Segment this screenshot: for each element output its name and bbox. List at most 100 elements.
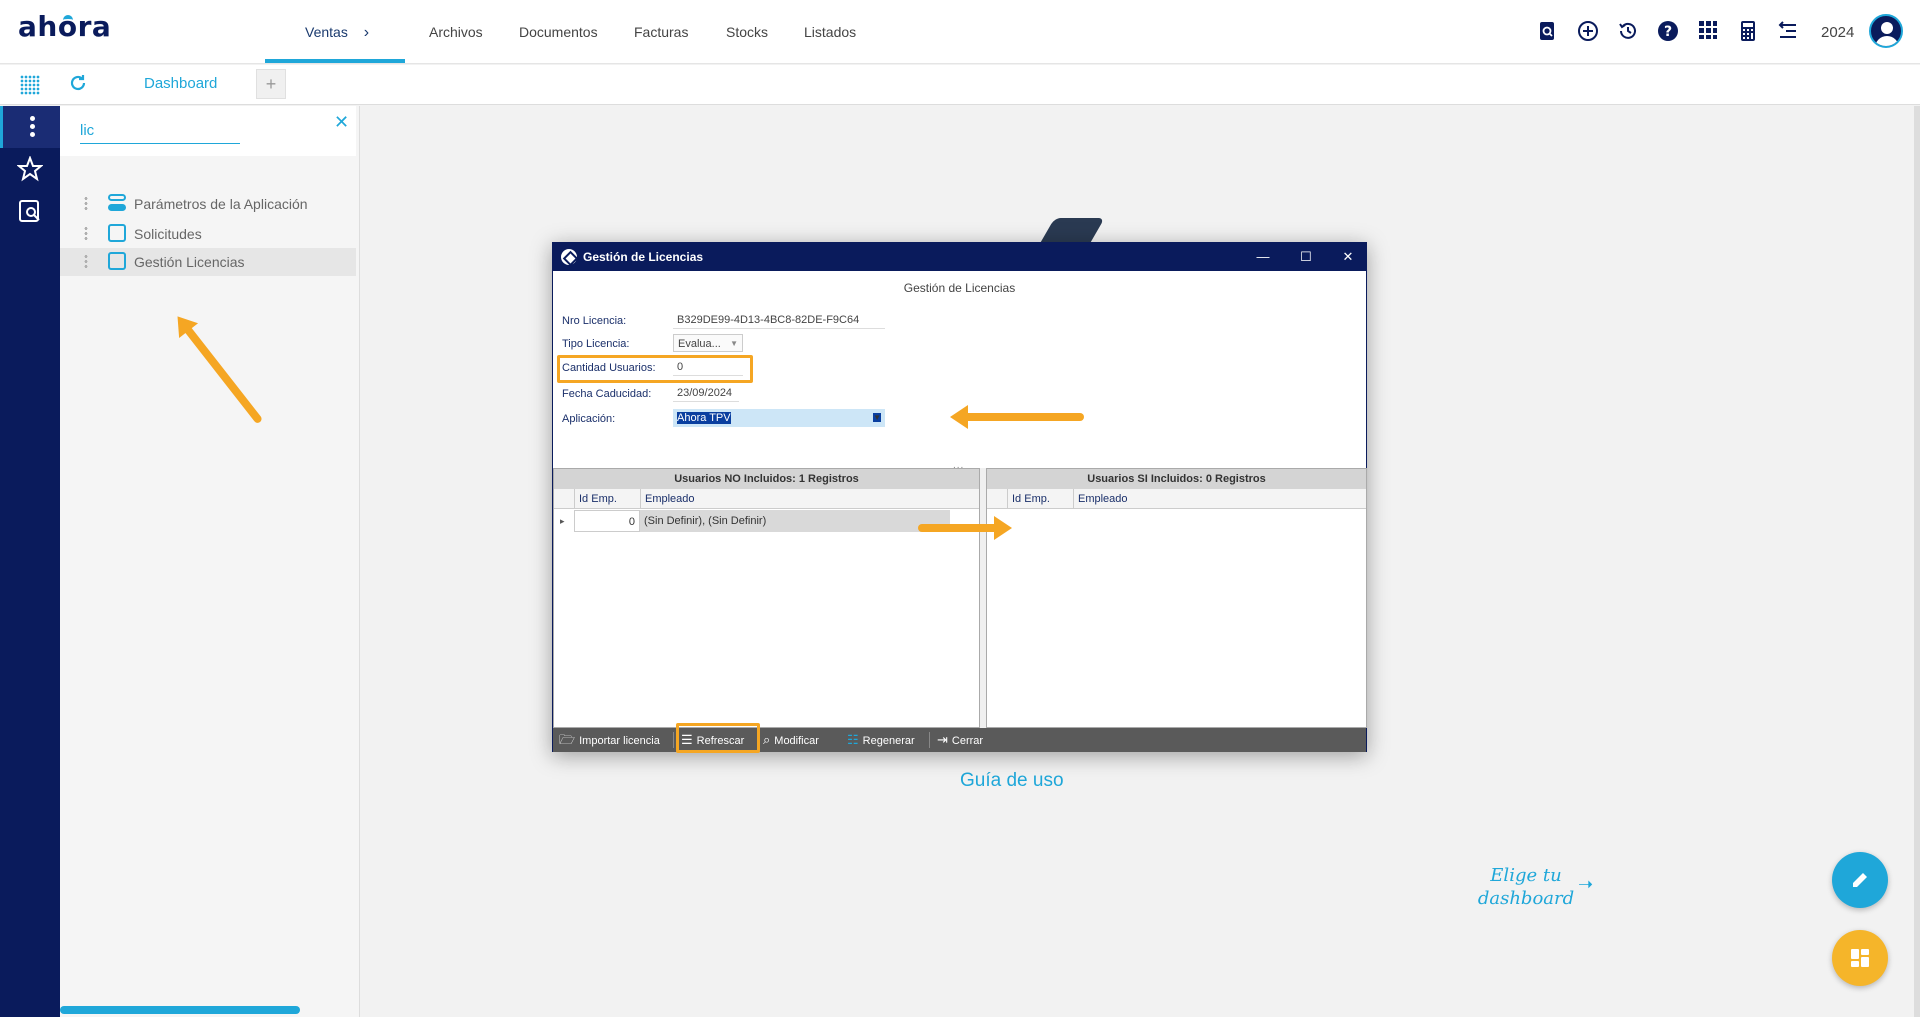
kebab-menu-icon — [30, 116, 36, 140]
aplicacion-label: Aplicación: — [562, 413, 616, 425]
col-id-emp[interactable]: Id Emp. — [574, 489, 640, 509]
chevron-right-icon: › — [363, 24, 370, 41]
table-row[interactable]: ▸ 0 (Sin Definir), (Sin Definir) — [554, 510, 954, 532]
guia-de-uso-link[interactable]: Guía de uso — [960, 770, 1064, 792]
arrow-right-icon: ➝ — [1578, 874, 1594, 894]
aplicacion-select[interactable]: Ahora TPV ▼ — [673, 409, 885, 427]
add-tab-button[interactable]: + — [256, 69, 286, 99]
col-empleado[interactable]: Empleado — [1073, 489, 1341, 509]
user-avatar[interactable] — [1869, 14, 1903, 48]
document-icon — [108, 252, 126, 270]
nav-active-indicator — [265, 59, 405, 63]
icon-sidebar — [0, 106, 60, 1017]
row-indicator-icon: ▸ — [560, 516, 565, 526]
search-panel: ✕ Parámetros de la Aplicación Solicitude… — [60, 106, 360, 1017]
grid-header: Id Emp. Empleado — [987, 489, 1366, 509]
history-icon[interactable] — [1616, 20, 1640, 44]
highlight-cantidad-usuarios — [557, 355, 753, 383]
chevron-down-icon: ▼ — [873, 413, 881, 422]
col-empleado[interactable]: Empleado — [640, 489, 950, 509]
logo-accent — [63, 15, 73, 23]
aplicacion-value: Ahora TPV — [677, 412, 731, 424]
exchange-icon[interactable] — [1776, 20, 1800, 44]
nav-ventas-label: Ventas — [305, 24, 348, 40]
main-scrollbar[interactable] — [1914, 106, 1920, 1017]
importar-label: Importar licencia — [579, 735, 660, 747]
tab-dashboard[interactable]: Dashboard — [144, 75, 217, 92]
help-icon[interactable]: ? — [1656, 20, 1680, 44]
nav-stocks[interactable]: Stocks — [726, 24, 768, 40]
folder-open-icon: 🗁 — [559, 732, 576, 747]
search-result-parametros[interactable]: Parámetros de la Aplicación — [60, 190, 356, 218]
nav-listados[interactable]: Listados — [804, 24, 856, 40]
drag-handle-icon[interactable] — [84, 226, 88, 242]
toolbar-separator — [929, 732, 930, 748]
toolbar-separator — [673, 732, 674, 748]
refresh-icon[interactable] — [68, 73, 88, 99]
toggle-settings-icon — [108, 194, 126, 212]
search-result-solicitudes[interactable]: Solicitudes — [60, 220, 356, 248]
tipo-licencia-select[interactable]: Evalua... ▼ — [673, 334, 743, 352]
grid-caption: Usuarios NO Incluidos: 1 Registros — [554, 469, 979, 489]
importar-licencia-button[interactable]: 🗁 Importar licencia — [559, 728, 660, 752]
dialog-title: Gestión de Licencias — [583, 250, 704, 264]
nav-documentos[interactable]: Documentos — [519, 24, 598, 40]
dotted-grid-icon[interactable] — [20, 75, 40, 95]
cell-empleado[interactable]: (Sin Definir), (Sin Definir) — [640, 510, 950, 532]
add-circle-icon[interactable] — [1576, 20, 1600, 44]
exit-icon: ⇥ — [937, 732, 948, 747]
search-list-icon[interactable] — [16, 198, 44, 226]
search-input[interactable] — [80, 118, 240, 144]
search-result-gestion-licencias[interactable]: Gestión Licencias — [60, 248, 356, 276]
chevron-down-icon: ▼ — [730, 339, 738, 348]
fecha-caducidad-field[interactable]: 23/09/2024 — [673, 384, 739, 402]
nav-ventas[interactable]: Ventas › — [305, 24, 369, 42]
usuarios-si-incluidos-grid: Usuarios SI Incluidos: 0 Registros Id Em… — [986, 468, 1367, 728]
nro-licencia-field[interactable]: B329DE99-4D13-4BC8-82DE-F9C64 — [673, 311, 885, 329]
cerrar-label: Cerrar — [951, 735, 984, 747]
search-document-icon[interactable] — [1536, 20, 1560, 44]
document-icon — [108, 224, 126, 242]
nav-archivos[interactable]: Archivos — [429, 24, 483, 40]
highlight-refrescar — [676, 723, 760, 753]
svg-text:?: ? — [1664, 24, 1672, 40]
dialog-titlebar[interactable]: Gestión de Licencias — ☐ ✕ — [553, 243, 1366, 271]
maximize-button[interactable]: ☐ — [1296, 247, 1316, 267]
result-label: Gestión Licencias — [134, 254, 245, 270]
sidebar-menu-button[interactable] — [0, 106, 60, 148]
dialog-toolbar: 🗁 Importar licencia ☰ Refrescar ⌕ Modificar… — [553, 728, 1366, 752]
annotation-arrow-transfer — [918, 516, 1012, 540]
cerrar-button[interactable]: ⇥ Cerrar — [937, 728, 983, 752]
regenerate-icon: ☷ — [847, 732, 859, 747]
col-id-emp[interactable]: Id Emp. — [1007, 489, 1073, 509]
gestion-licencias-dialog: Gestión de Licencias — ☐ ✕ Gestión de Li… — [552, 242, 1367, 753]
result-label: Parámetros de la Aplicación — [134, 196, 308, 212]
close-button[interactable]: ✕ — [1338, 247, 1358, 267]
panel-scrollbar[interactable] — [60, 1006, 300, 1014]
minimize-button[interactable]: — — [1253, 247, 1273, 267]
usuarios-no-incluidos-grid: Usuarios NO Incluidos: 1 Registros Id Em… — [553, 468, 980, 728]
modificar-label: Modificar — [774, 735, 819, 747]
drag-handle-icon[interactable] — [84, 254, 88, 270]
magnifier-icon: ⌕ — [763, 732, 771, 747]
calculator-icon[interactable] — [1736, 20, 1760, 44]
regenerar-button[interactable]: ☷ Regenerar — [847, 728, 915, 752]
grid-header: Id Emp. Empleado — [554, 489, 979, 509]
cell-id-emp[interactable]: 0 — [574, 510, 640, 532]
drag-handle-icon[interactable] — [84, 196, 88, 212]
app-diamond-icon — [561, 249, 577, 265]
apps-grid-icon[interactable] — [1696, 20, 1720, 44]
tipo-licencia-label: Tipo Licencia: — [562, 338, 630, 350]
star-icon[interactable] — [16, 155, 44, 184]
nav-facturas[interactable]: Facturas — [634, 24, 688, 40]
fiscal-year[interactable]: 2024 — [1821, 24, 1854, 41]
edit-fab-button[interactable] — [1832, 852, 1888, 908]
modificar-button[interactable]: ⌕ Modificar — [763, 728, 819, 752]
fecha-caducidad-label: Fecha Caducidad: — [562, 388, 652, 400]
regenerar-label: Regenerar — [862, 735, 915, 747]
dashboard-fab-button[interactable] — [1832, 930, 1888, 986]
close-icon[interactable]: ✕ — [334, 112, 349, 133]
result-label: Solicitudes — [134, 226, 202, 242]
tipo-licencia-value: Evalua... — [678, 338, 721, 350]
top-navbar: ahora Ventas › Archivos Documentos Factu… — [0, 0, 1920, 64]
